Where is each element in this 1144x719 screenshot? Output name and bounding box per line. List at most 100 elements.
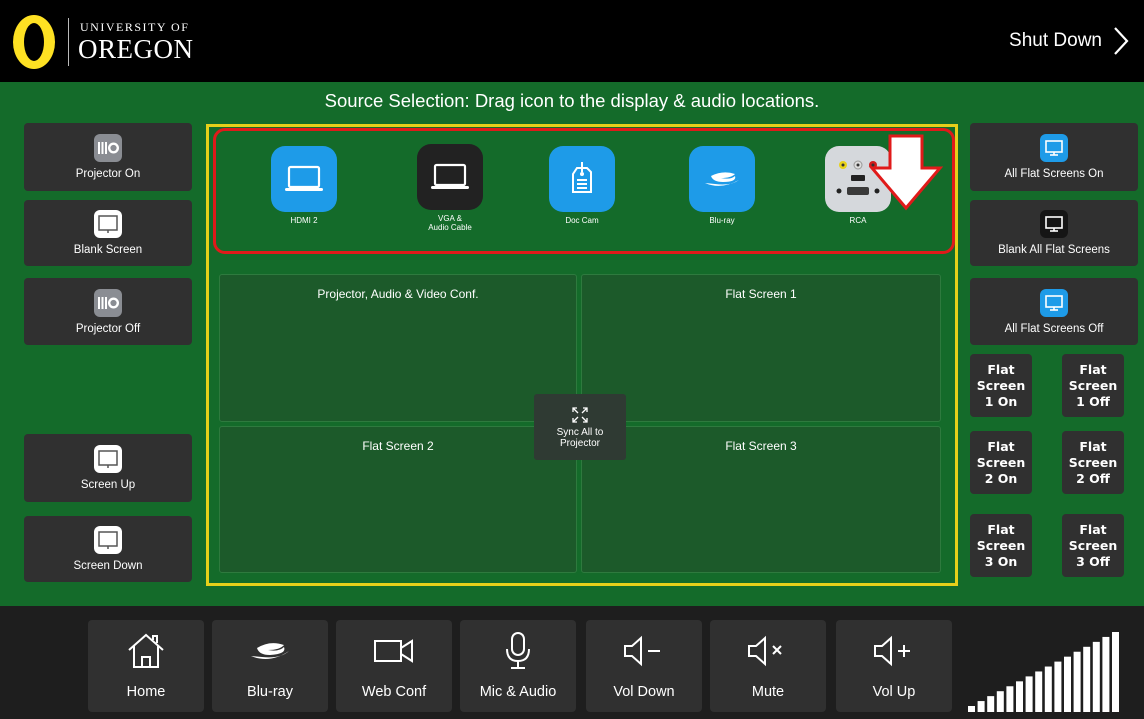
flat-screen-2-on-button[interactable]: Flat Screen 2 On xyxy=(970,431,1032,494)
projector-off-button[interactable]: Projector Off xyxy=(24,278,192,345)
source-label: Doc Cam xyxy=(565,216,599,225)
flat-screen-1-off-button[interactable]: Flat Screen 1 Off xyxy=(1062,354,1124,417)
source-hdmi-2[interactable]: HDMI 2 xyxy=(244,146,364,225)
flat-screen-3-off-button[interactable]: Flat Screen 3 Off xyxy=(1062,514,1124,577)
all-flat-screens-off-label: All Flat Screens Off xyxy=(1004,322,1104,335)
vol-up-button[interactable]: Vol Up xyxy=(836,620,952,712)
university-logo: UNIVERSITY OF OREGON xyxy=(10,8,242,74)
flat-screen-3-on-button[interactable]: Flat Screen 3 On xyxy=(970,514,1032,577)
instruction-text: Source Selection: Drag icon to the displ… xyxy=(324,90,820,111)
mic-audio-label: Mic & Audio xyxy=(479,684,557,700)
blank-all-flat-screens-label: Blank All Flat Screens xyxy=(998,244,1110,256)
shut-down-button[interactable]: Shut Down xyxy=(1009,24,1130,58)
source-label: VGA & Audio Cable xyxy=(428,214,472,232)
flat-screen-2-on-label: Flat Screen 2 On xyxy=(976,438,1026,486)
drop-zone-projector-audio-video[interactable]: Projector, Audio & Video Conf. xyxy=(219,274,577,422)
video-camera-icon xyxy=(374,639,413,663)
volume-meter-bar xyxy=(1102,636,1110,712)
flat-screen-1-off-label: Flat Screen 1 Off xyxy=(1068,361,1118,409)
expand-arrows-icon xyxy=(572,406,588,423)
blu-ray-button[interactable]: Blu-ray xyxy=(212,620,328,712)
volume-down-icon xyxy=(624,635,660,667)
volume-up-icon xyxy=(874,635,910,667)
all-flat-screens-on-label: All Flat Screens On xyxy=(1004,168,1104,180)
zone-label: Projector, Audio & Video Conf. xyxy=(317,287,479,301)
volume-meter-bar xyxy=(1112,632,1119,712)
volume-meter-bar xyxy=(1073,651,1081,712)
sync-label: Sync All to Projector xyxy=(556,426,604,449)
volume-meter-bar xyxy=(968,706,975,712)
source-blu-ray[interactable]: Blu-ray xyxy=(662,146,782,225)
doc-cam-icon xyxy=(549,146,615,212)
hdmi-laptop-icon xyxy=(271,146,337,212)
volume-meter-bar xyxy=(1064,656,1071,712)
mic-audio-button[interactable]: Mic & Audio xyxy=(460,620,576,712)
chevron-right-icon xyxy=(1114,27,1129,55)
logo-oregon-text: OREGON xyxy=(78,34,194,64)
home-label: Home xyxy=(126,684,166,700)
zone-label: Flat Screen 2 xyxy=(362,439,434,453)
drop-zone-flat-screen-1[interactable]: Flat Screen 1 xyxy=(581,274,941,422)
flat-screen-3-off-label: Flat Screen 3 Off xyxy=(1068,521,1118,569)
screen-up-button[interactable]: Screen Up xyxy=(24,434,192,502)
screen-up-label: Screen Up xyxy=(80,479,136,491)
vol-down-label: Vol Down xyxy=(613,684,675,700)
source-label: RCA xyxy=(849,216,867,225)
flat-screen-2-off-button[interactable]: Flat Screen 2 Off xyxy=(1062,431,1124,494)
screen-icon xyxy=(94,526,122,554)
uo-o-logo-icon xyxy=(13,15,55,69)
monitor-blue-icon xyxy=(1040,134,1068,162)
logo-university-text: UNIVERSITY OF xyxy=(80,20,190,34)
main-area: Source Selection: Drag icon to the displ… xyxy=(0,82,1144,606)
screen-icon xyxy=(94,445,122,473)
volume-meter-bar xyxy=(1092,641,1100,712)
web-conf-label: Web Conf xyxy=(361,684,427,700)
all-flat-screens-off-button[interactable]: All Flat Screens Off xyxy=(970,278,1138,345)
volume-meter-bar xyxy=(1054,661,1062,712)
source-label: Blu-ray xyxy=(709,216,735,225)
monitor-blue-icon xyxy=(1040,288,1068,317)
shut-down-label: Shut Down xyxy=(1009,30,1102,51)
home-button[interactable]: Home xyxy=(88,620,204,712)
flat-screen-2-off-label: Flat Screen 2 Off xyxy=(1068,438,1118,486)
volume-meter-bar xyxy=(1044,666,1052,712)
projector-on-button[interactable]: Projector On xyxy=(24,123,192,191)
projector-off-label: Projector Off xyxy=(75,322,141,335)
blu-ray-icon xyxy=(251,643,289,660)
volume-meter-bar xyxy=(1035,671,1043,712)
header-bar: UNIVERSITY OF OREGON Shut Down xyxy=(0,0,1144,82)
vol-down-button[interactable]: Vol Down xyxy=(586,620,702,712)
projector-icon xyxy=(94,134,122,162)
volume-level-meter xyxy=(968,632,1119,712)
source-doc-cam[interactable]: Doc Cam xyxy=(522,146,642,225)
home-icon xyxy=(128,633,164,668)
volume-meter-bar xyxy=(1006,686,1014,712)
volume-meter-bar xyxy=(977,701,985,712)
all-flat-screens-on-button[interactable]: All Flat Screens On xyxy=(970,123,1138,191)
control-panel: UNIVERSITY OF OREGON Shut Down Source Se… xyxy=(0,0,1144,719)
sync-all-to-projector-button[interactable]: Sync All to Projector xyxy=(534,394,626,460)
blank-all-flat-screens-button[interactable]: Blank All Flat Screens xyxy=(970,200,1138,266)
volume-meter-bar xyxy=(987,696,995,712)
flat-screen-1-on-label: Flat Screen 1 On xyxy=(976,361,1026,409)
source-vga-audio-cable[interactable]: VGA & Audio Cable xyxy=(390,144,510,232)
blu-ray-icon xyxy=(689,146,755,212)
blu-ray-label: Blu-ray xyxy=(247,684,293,700)
volume-meter-bar xyxy=(1083,646,1091,712)
drop-zone-flat-screen-3[interactable]: Flat Screen 3 xyxy=(581,426,941,573)
mute-icon xyxy=(748,635,782,667)
microphone-icon xyxy=(506,632,530,669)
drop-zone-flat-screen-2[interactable]: Flat Screen 2 xyxy=(219,426,577,573)
vol-up-label: Vol Up xyxy=(872,684,916,700)
mute-button[interactable]: Mute xyxy=(710,620,826,712)
down-arrow-callout-icon xyxy=(868,134,944,211)
screen-down-button[interactable]: Screen Down xyxy=(24,516,192,582)
volume-meter-bar xyxy=(1025,676,1033,712)
flat-screen-1-on-button[interactable]: Flat Screen 1 On xyxy=(970,354,1032,417)
source-label: HDMI 2 xyxy=(290,216,318,225)
web-conf-button[interactable]: Web Conf xyxy=(336,620,452,712)
blank-screen-label: Blank Screen xyxy=(73,244,143,256)
vga-laptop-icon xyxy=(417,144,483,210)
blank-screen-button[interactable]: Blank Screen xyxy=(24,200,192,266)
screen-icon xyxy=(94,210,122,238)
